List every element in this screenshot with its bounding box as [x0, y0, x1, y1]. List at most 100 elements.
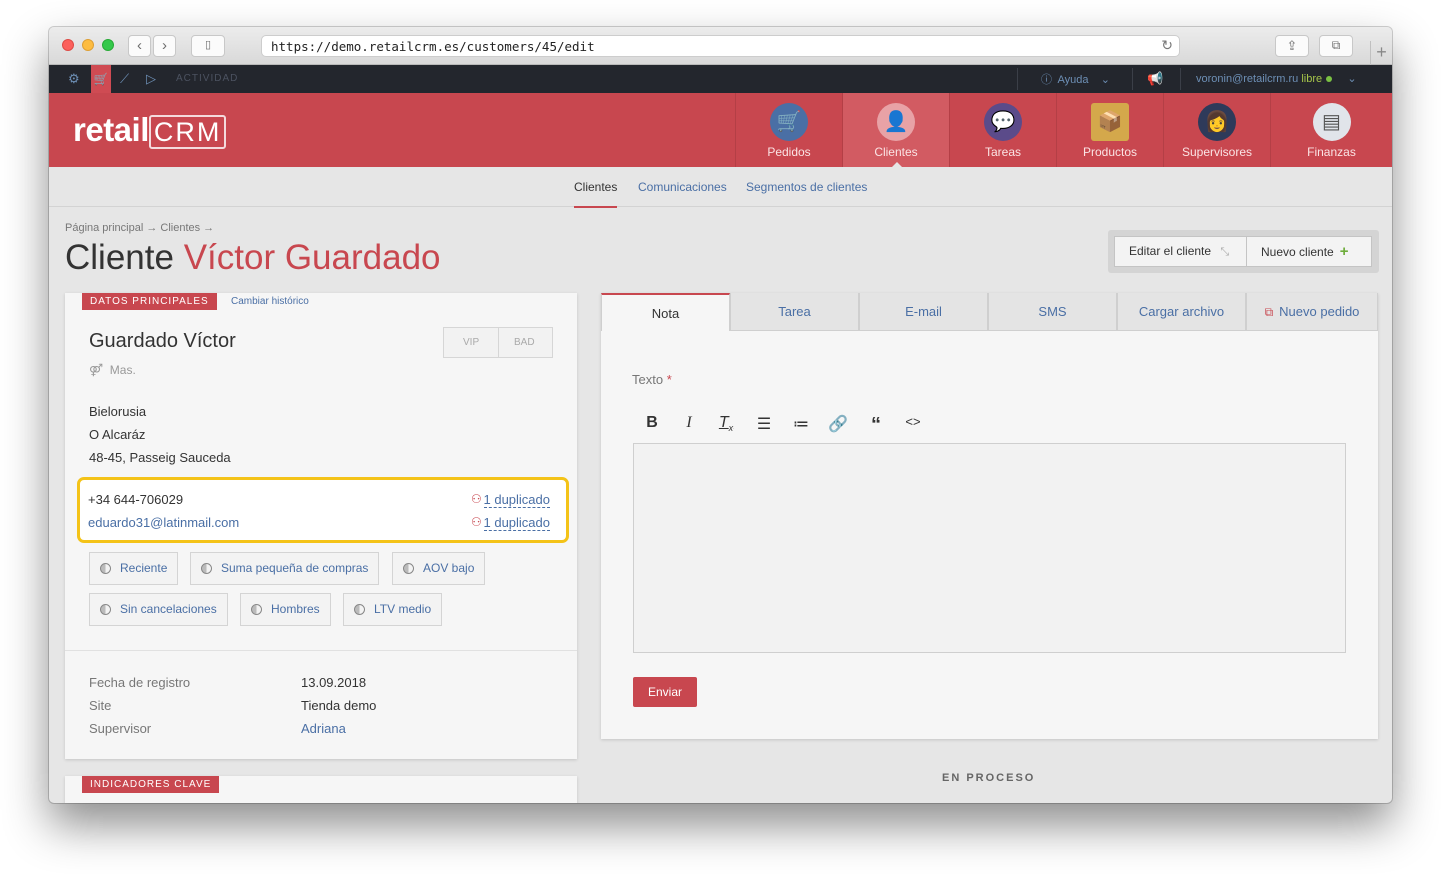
field-value-site: Tienda demo	[301, 698, 377, 713]
nav-supervisores[interactable]: 👩 Supervisores	[1163, 93, 1270, 167]
note-text-editor[interactable]	[633, 443, 1346, 653]
code-icon[interactable]: <>	[901, 414, 925, 429]
help-label: Ayuda	[1057, 74, 1089, 86]
subtab-segmentos[interactable]: Segmentos de clientes	[746, 180, 867, 194]
segment-label: AOV bajo	[423, 561, 475, 575]
browser-toolbar: ‹ › ▯ https://demo.retailcrm.es/customer…	[49, 27, 1392, 65]
pie-icon	[100, 604, 111, 615]
pie-icon	[354, 604, 365, 615]
nav-label: Pedidos	[767, 145, 811, 159]
segment-chip[interactable]: Sin cancelaciones	[89, 593, 228, 626]
bulleted-list-icon[interactable]: ☰	[752, 414, 776, 434]
box-icon: 📦	[1091, 103, 1129, 141]
help-menu[interactable]: ⓘ Ayuda ⌄	[1041, 71, 1110, 87]
back-button[interactable]: ‹	[128, 35, 151, 57]
required-mark: *	[666, 372, 672, 387]
new-order-label: Nuevo pedido	[1279, 304, 1360, 319]
edit-customer-label: Editar el cliente	[1129, 244, 1212, 258]
bad-button[interactable]: BAD	[514, 337, 535, 348]
divider	[1017, 68, 1018, 90]
segment-chip[interactable]: Suma pequeña de compras	[190, 552, 380, 585]
numbered-list-icon[interactable]: ≔	[789, 414, 813, 434]
segment-label: Hombres	[271, 602, 320, 616]
segment-label: Suma pequeña de compras	[221, 561, 369, 575]
sidebar-toggle-button[interactable]: ▯	[191, 35, 225, 57]
nav-label: Productos	[1082, 145, 1138, 159]
segment-chip[interactable]: AOV bajo	[392, 552, 486, 585]
main-header: retail CRM 🛒 Pedidos 👤 Clientes 💬 Tareas …	[49, 93, 1392, 168]
field-label-supervisor: Supervisor	[89, 721, 152, 736]
address-bar[interactable]: https://demo.retailcrm.es/customers/45/e…	[261, 35, 1180, 57]
italic-icon[interactable]: I	[677, 414, 701, 432]
nav-productos[interactable]: 📦 Productos	[1056, 93, 1163, 167]
tabs-overview-button[interactable]: ⧉	[1319, 35, 1353, 57]
quote-icon[interactable]: “	[864, 414, 888, 437]
nav-label: Tareas	[984, 145, 1022, 159]
minimize-window-button[interactable]	[82, 39, 94, 51]
reload-icon[interactable]: ↻	[1161, 37, 1173, 54]
segment-chip[interactable]: LTV medio	[343, 593, 443, 626]
subtab-comunicaciones[interactable]: Comunicaciones	[638, 180, 727, 194]
share-button[interactable]: ⇪	[1275, 35, 1309, 57]
plus-icon: +	[1339, 243, 1349, 260]
help-icon: ⓘ	[1041, 74, 1052, 86]
kpi-card: INDICADORES CLAVE	[65, 776, 577, 803]
new-customer-button[interactable]: Nuevo cliente +	[1246, 236, 1372, 267]
tab-tarea[interactable]: Tarea	[730, 293, 859, 331]
nav-tareas[interactable]: 💬 Tareas	[949, 93, 1056, 167]
gear-icon[interactable]: ⚙	[68, 71, 80, 87]
gender-value: Mas.	[109, 363, 136, 377]
phone-duplicate-link[interactable]: 1 duplicado	[483, 493, 550, 508]
link-icon[interactable]: 🔗	[826, 414, 850, 434]
nav-finanzas[interactable]: ▤ Finanzas	[1270, 93, 1392, 167]
clear-format-icon[interactable]: Tx	[714, 414, 738, 433]
new-tab-button[interactable]: +	[1370, 41, 1392, 65]
tab-sms[interactable]: SMS	[988, 293, 1117, 331]
user-email: voronin@retailcrm.ru	[1196, 73, 1299, 85]
nav-label: Supervisores	[1181, 145, 1253, 159]
user-menu[interactable]: voronin@retailcrm.ru libre ⌄	[1196, 72, 1357, 85]
field-value-supervisor[interactable]: Adriana	[301, 721, 346, 736]
megaphone-icon[interactable]: 📢	[1147, 71, 1163, 87]
zoom-window-button[interactable]	[102, 39, 114, 51]
vip-button[interactable]: VIP	[463, 337, 479, 348]
tab-nuevo-pedido[interactable]: ⧉ Nuevo pedido	[1246, 293, 1378, 331]
change-history-link[interactable]: Cambiar histórico	[231, 296, 309, 307]
user-status: libre	[1301, 73, 1323, 85]
tab-nota[interactable]: Nota	[601, 293, 730, 331]
pie-icon	[201, 563, 212, 574]
customer-email[interactable]: eduardo31@latinmail.com	[88, 515, 239, 530]
field-value-registration: 13.09.2018	[301, 675, 367, 690]
address-country: Bielorusia	[89, 404, 147, 419]
segment-chip[interactable]: Hombres	[240, 593, 331, 626]
text-field-label: Texto *	[632, 372, 672, 387]
segment-chip[interactable]: Reciente	[89, 552, 179, 585]
bold-icon[interactable]: B	[640, 414, 664, 432]
pie-icon	[251, 604, 262, 615]
close-window-button[interactable]	[62, 39, 74, 51]
online-status-dot	[1326, 76, 1333, 83]
logo-text: retail	[73, 111, 149, 148]
chevron-down-icon: ⌄	[1100, 74, 1110, 86]
customer-phone[interactable]: +34 644-706029	[88, 492, 183, 507]
send-button[interactable]: Enviar	[633, 677, 698, 707]
nav-pedidos[interactable]: 🛒 Pedidos	[735, 93, 842, 167]
chart-icon[interactable]: ⟋	[120, 71, 129, 87]
forward-button[interactable]: ›	[153, 35, 176, 57]
cart-icon[interactable]: 🛒	[91, 65, 111, 93]
tab-email[interactable]: E-mail	[859, 293, 988, 331]
breadcrumb[interactable]: Página principal → Clientes →	[65, 222, 214, 234]
subtab-clientes[interactable]: Clientes	[574, 180, 618, 208]
edit-customer-button[interactable]: Editar el cliente ⤡	[1114, 236, 1247, 267]
retailcrm-logo[interactable]: retail CRM	[73, 111, 227, 149]
field-label-site: Site	[89, 698, 112, 713]
tab-cargar-archivo[interactable]: Cargar archivo	[1117, 293, 1246, 331]
segment-label: LTV medio	[374, 602, 432, 616]
nav-label: Finanzas	[1307, 145, 1356, 159]
finance-icon: ▤	[1312, 103, 1351, 141]
play-icon[interactable]: ▷	[146, 71, 156, 87]
nav-clientes[interactable]: 👤 Clientes	[842, 93, 949, 168]
email-duplicate-link[interactable]: 1 duplicado	[483, 516, 550, 531]
duplicate-icon: ⚇	[471, 515, 482, 529]
activity-label[interactable]: ACTIVIDAD	[176, 73, 238, 84]
